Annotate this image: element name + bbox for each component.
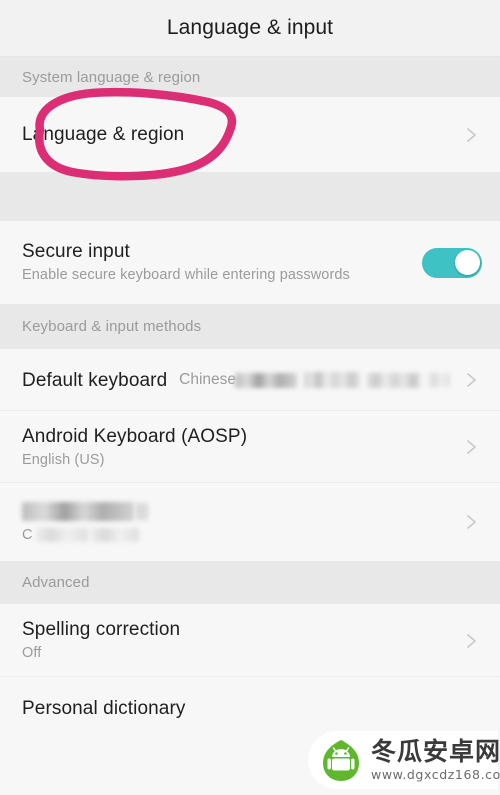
toggle-knob — [454, 250, 480, 275]
redaction-block — [90, 528, 139, 542]
redaction-block — [304, 372, 360, 388]
row-subtitle-redacted: C — [22, 526, 460, 545]
watermark-text: 冬瓜安卓网 www.dgxcdz168.com — [371, 739, 500, 782]
row-texts: Spelling correction Off — [22, 618, 460, 663]
redacted-value: Chinese — [179, 371, 450, 389]
secure-input-toggle[interactable] — [422, 247, 482, 278]
row-personal-dictionary[interactable]: Personal dictionary — [0, 677, 500, 739]
settings-screen: Language & input System language & regio… — [0, 0, 500, 795]
row-title: Spelling correction — [22, 619, 181, 640]
android-gourd-logo-icon — [318, 737, 364, 783]
row-android-keyboard-aosp[interactable]: Android Keyboard (AOSP) English (US) — [0, 411, 500, 483]
row-title: Default keyboard — [22, 369, 168, 391]
row-spelling-correction[interactable]: Spelling correction Off — [0, 604, 500, 677]
section-header-label: Advanced — [22, 574, 90, 591]
chevron-right-icon — [460, 369, 482, 391]
chevron-right-icon — [460, 630, 482, 652]
row-subtitle: Off — [22, 645, 42, 661]
row-title: Personal dictionary — [22, 697, 186, 719]
row-texts: C — [22, 500, 460, 545]
app-header: Language & input — [0, 0, 500, 57]
redaction-block — [367, 372, 421, 388]
row-subtitle: Enable secure keyboard while entering pa… — [22, 267, 350, 283]
row-texts: Language & region — [22, 123, 460, 146]
row-title: Secure input — [22, 241, 130, 262]
row-subtitle: English (US) — [22, 451, 105, 468]
chevron-right-icon — [460, 436, 482, 458]
row-secure-input[interactable]: Secure input Enable secure keyboard whil… — [0, 221, 500, 304]
site-watermark: 冬瓜安卓网 www.dgxcdz168.com — [308, 731, 500, 789]
row-default-keyboard[interactable]: Default keyboard Chinese — [0, 349, 500, 411]
chevron-right-icon — [460, 124, 482, 146]
redaction-block — [136, 502, 148, 520]
value-text: Chinese — [179, 371, 236, 388]
chevron-right-icon — [460, 511, 482, 533]
section-spacer — [0, 172, 500, 221]
redaction-block — [35, 528, 88, 542]
redaction-block — [428, 373, 450, 387]
row-texts: Personal dictionary — [22, 697, 482, 720]
default-keyboard-value: Chinese — [179, 371, 450, 389]
section-header-advanced: Advanced — [0, 561, 500, 604]
row-texts: Android Keyboard (AOSP) English (US) — [22, 425, 460, 470]
row-redacted-keyboard[interactable]: C — [0, 483, 500, 561]
row-title: Language & region — [22, 124, 185, 145]
row-texts: Default keyboard — [22, 369, 179, 392]
row-title: Android Keyboard (AOSP) — [22, 425, 248, 447]
section-header-label: Keyboard & input methods — [22, 318, 202, 335]
watermark-url: www.dgxcdz168.com — [371, 766, 500, 782]
section-header-system-language: System language & region — [0, 57, 500, 97]
watermark-site-name: 冬瓜安卓网 — [371, 736, 500, 766]
page-title: Language & input — [166, 16, 334, 39]
subtitle-text: C — [22, 526, 33, 543]
section-header-keyboard-input-methods: Keyboard & input methods — [0, 304, 500, 349]
redaction-block — [235, 372, 297, 388]
row-language-and-region[interactable]: Language & region — [0, 97, 500, 172]
section-header-label: System language & region — [22, 68, 201, 86]
redaction-block — [22, 501, 134, 521]
row-texts: Secure input Enable secure keyboard whil… — [22, 240, 422, 285]
row-title-redacted — [22, 500, 460, 523]
